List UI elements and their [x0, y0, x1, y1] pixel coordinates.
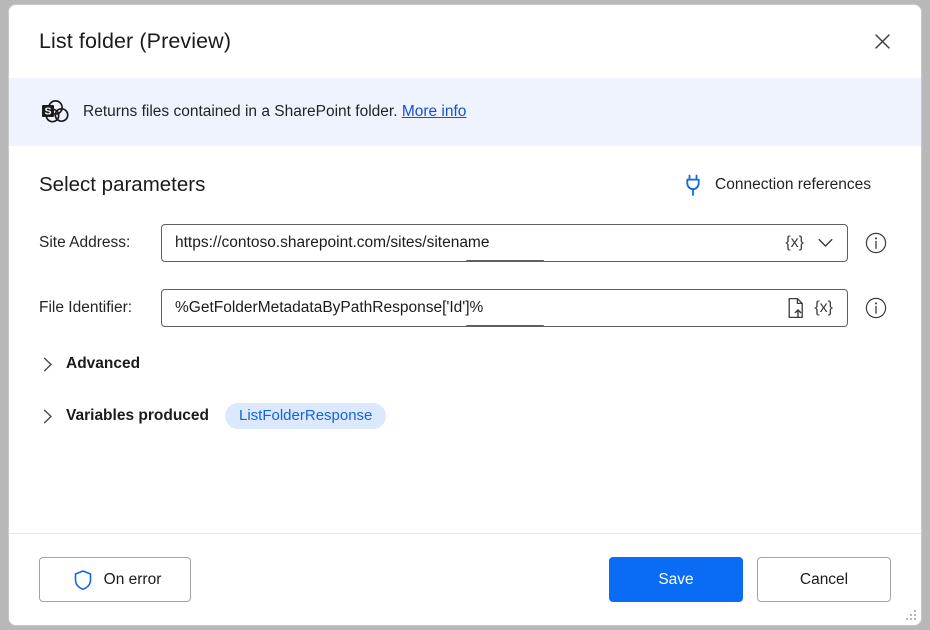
variable-token-icon[interactable]: {x}: [780, 235, 809, 251]
save-button[interactable]: Save: [609, 557, 743, 602]
page-title: List folder (Preview): [39, 29, 865, 54]
file-identifier-label: File Identifier:: [39, 299, 161, 317]
variables-produced-toggle[interactable]: Variables produced ListFolderResponse: [39, 403, 891, 429]
site-address-input[interactable]: https://contoso.sharepoint.com/sites/sit…: [161, 224, 848, 262]
site-address-label: Site Address:: [39, 234, 161, 252]
more-info-link[interactable]: More info: [402, 103, 467, 120]
file-identifier-input[interactable]: %GetFolderMetadataByPathResponse['Id']% …: [161, 289, 848, 327]
section-header: Select parameters Connection references: [39, 173, 891, 197]
file-upload-icon[interactable]: [785, 296, 807, 320]
resize-grip[interactable]: [903, 608, 917, 622]
connection-references-label: Connection references: [715, 176, 871, 194]
chevron-right-icon: [39, 357, 57, 372]
on-error-label: On error: [104, 571, 162, 589]
dialog-footer: On error Save Cancel: [9, 533, 921, 625]
chevron-down-icon[interactable]: [812, 230, 838, 256]
site-address-value: https://contoso.sharepoint.com/sites/sit…: [175, 234, 780, 252]
save-label: Save: [658, 571, 693, 589]
info-banner: S Returns files contained in a SharePoin…: [9, 78, 921, 146]
on-error-button[interactable]: On error: [39, 557, 191, 602]
site-address-info-icon[interactable]: [865, 232, 887, 254]
variables-produced-label: Variables produced: [66, 407, 209, 425]
variable-pill[interactable]: ListFolderResponse: [225, 403, 386, 429]
field-row-file-identifier: File Identifier: %GetFolderMetadataByPat…: [39, 289, 891, 327]
svg-text:S: S: [44, 105, 51, 117]
site-address-adornments: {x}: [780, 230, 838, 256]
list-folder-dialog: List folder (Preview) S Returns files co…: [8, 4, 922, 626]
close-button[interactable]: [865, 25, 899, 59]
plug-icon: [682, 173, 704, 197]
section-title: Select parameters: [39, 173, 682, 197]
cancel-label: Cancel: [800, 571, 848, 589]
field-row-site-address: Site Address: https://contoso.sharepoint…: [39, 224, 891, 262]
banner-description: Returns files contained in a SharePoint …: [83, 103, 398, 120]
connection-references-link[interactable]: Connection references: [682, 173, 871, 197]
dialog-body: Select parameters Connection references …: [9, 146, 921, 533]
close-icon: [874, 33, 891, 50]
sharepoint-icon: S: [41, 99, 69, 125]
shield-icon: [73, 569, 93, 591]
banner-text: Returns files contained in a SharePoint …: [83, 103, 466, 121]
file-identifier-adornments: {x}: [785, 296, 838, 320]
cancel-button[interactable]: Cancel: [757, 557, 891, 602]
advanced-label: Advanced: [66, 355, 140, 373]
chevron-right-icon: [39, 409, 57, 424]
dialog-titlebar: List folder (Preview): [9, 5, 921, 78]
advanced-section-toggle[interactable]: Advanced: [39, 355, 891, 373]
file-identifier-value: %GetFolderMetadataByPathResponse['Id']%: [175, 299, 785, 317]
variable-token-icon[interactable]: {x}: [809, 300, 838, 316]
file-identifier-info-icon[interactable]: [865, 297, 887, 319]
